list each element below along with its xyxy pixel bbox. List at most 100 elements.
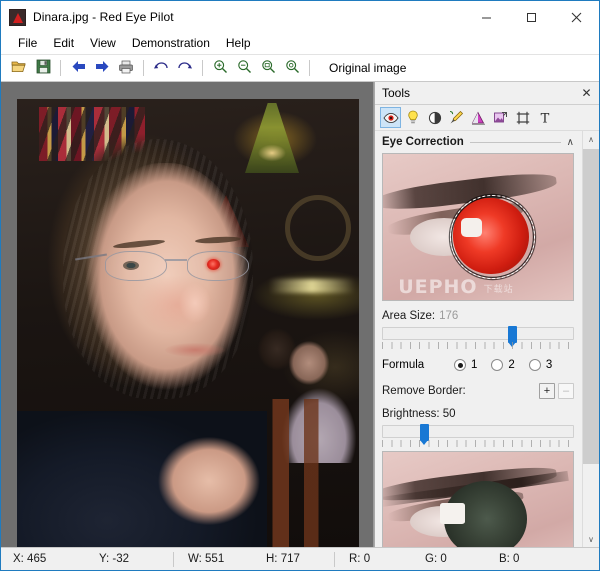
radio-icon-3[interactable] [528, 359, 541, 371]
wooden-chair [267, 399, 359, 547]
redo-button[interactable] [173, 57, 197, 79]
subject-hands [153, 429, 273, 539]
title-bar: Dinara.jpg - Red Eye Pilot [1, 1, 599, 33]
tool-icon-strip: T [375, 105, 599, 131]
status-x: X: 465 [13, 553, 47, 565]
radio-icon-1[interactable] [454, 359, 466, 371]
decor-wheel [285, 195, 351, 261]
eye-preview-before[interactable]: UEPHO 下载站 [382, 153, 574, 301]
area-size-slider[interactable] [382, 326, 574, 349]
zoom-out-button[interactable] [232, 57, 256, 79]
eye-correction-title: Eye Correction [382, 136, 464, 148]
red-eye-app-icon [9, 8, 26, 26]
zoom-fit-button[interactable] [256, 57, 280, 79]
open-folder-icon [11, 59, 27, 77]
arrow-right-icon [95, 60, 110, 76]
resize-image-tool-icon[interactable] [490, 107, 511, 128]
back-button[interactable] [66, 57, 90, 79]
minimize-button[interactable] [464, 1, 509, 33]
brightness-track[interactable] [382, 424, 574, 445]
area-size-value: 176 [439, 310, 459, 322]
toolbar: Original image [1, 54, 599, 82]
status-green: G: 0 [425, 553, 447, 565]
section-divider [469, 141, 561, 143]
open-button[interactable] [7, 57, 31, 79]
decor-light-strip [269, 279, 355, 293]
scroll-down-icon[interactable]: ∨ [583, 531, 599, 547]
menu-edit[interactable]: Edit [45, 34, 82, 53]
undo-icon [153, 60, 169, 76]
status-separator [334, 551, 335, 567]
formula-option-1[interactable]: 1 [454, 359, 477, 371]
print-button[interactable] [114, 57, 138, 79]
contrast-tool-icon[interactable] [424, 107, 445, 128]
eye-preview-after[interactable] [382, 451, 574, 547]
workspace: Tools ✕ T Eye Correction ∧ UEPHO 下载站 Are… [1, 82, 599, 547]
formula-option-3[interactable]: 3 [528, 359, 552, 371]
remove-border-label: Remove Border: [382, 385, 466, 397]
scrollbar-thumb[interactable] [583, 149, 599, 464]
undo-button[interactable] [149, 57, 173, 79]
application-window: Dinara.jpg - Red Eye Pilot File Edit Vie… [0, 0, 600, 571]
text-tool-icon[interactable]: T [534, 107, 555, 128]
tools-panel-scrollbar[interactable]: ∧ ∨ [582, 131, 599, 547]
scrollbar-trough[interactable] [583, 147, 599, 531]
scroll-up-icon[interactable]: ∧ [583, 131, 599, 147]
preview-pixels-after [383, 452, 573, 547]
original-image-button[interactable]: Original image [321, 58, 414, 78]
menu-demonstration[interactable]: Demonstration [124, 34, 218, 53]
toolbar-separator [309, 60, 310, 76]
area-size-ticks [382, 342, 574, 349]
menu-help[interactable]: Help [218, 34, 259, 53]
brightness-ticks [382, 440, 574, 447]
watermark-text: UEPHO 下载站 [398, 272, 573, 298]
status-blue: B: 0 [499, 553, 520, 565]
red-eye-tool-icon[interactable] [380, 107, 401, 128]
zoom-out-icon [237, 59, 252, 77]
radio-icon-2[interactable] [491, 359, 504, 371]
toolbar-separator [202, 60, 203, 76]
retouch-brush-tool-icon[interactable] [446, 107, 467, 128]
photo-dinara-jpg[interactable] [17, 99, 359, 547]
formula-row: Formula 1 2 3 [382, 359, 574, 371]
formula-label-2: 2 [508, 359, 515, 371]
image-canvas[interactable] [1, 82, 374, 547]
menu-view[interactable]: View [82, 34, 124, 53]
formula-option-2[interactable]: 2 [491, 359, 515, 371]
maximize-button[interactable] [509, 1, 554, 33]
area-size-thumb[interactable] [507, 326, 517, 347]
tools-panel-header: Tools ✕ [375, 82, 599, 105]
subject-mouth [165, 343, 225, 357]
brightness-thumb[interactable] [420, 424, 430, 445]
remove-border-minus-button[interactable]: – [558, 383, 574, 399]
menu-file[interactable]: File [10, 34, 45, 53]
menu-bar: File Edit View Demonstration Help [1, 33, 599, 54]
watermark-sub: 下载站 [483, 285, 514, 295]
crop-tool-icon[interactable] [512, 107, 533, 128]
zoom-in-icon [213, 59, 228, 77]
brightness-row: Brightness: 50 [382, 408, 574, 420]
area-size-track[interactable] [382, 326, 574, 347]
brightness-label: Brightness: 50 [382, 408, 456, 420]
selection-marching-ants[interactable] [449, 194, 536, 279]
eye-correction-section-header[interactable]: Eye Correction ∧ [382, 136, 574, 148]
forward-button[interactable] [90, 57, 114, 79]
close-button[interactable] [554, 1, 599, 33]
formula-label-1: 1 [471, 359, 478, 371]
area-size-label: Area Size: [382, 310, 436, 322]
zoom-fit-icon [261, 59, 276, 77]
brightness-bulb-tool-icon[interactable] [402, 107, 423, 128]
subject-nose [177, 277, 219, 329]
tools-panel-close-icon[interactable]: ✕ [578, 84, 595, 101]
chevron-up-icon[interactable]: ∧ [567, 137, 574, 148]
color-balance-tool-icon[interactable] [468, 107, 489, 128]
remove-border-plus-button[interactable]: + [539, 383, 555, 399]
zoom-actual-button[interactable] [280, 57, 304, 79]
save-button[interactable] [31, 57, 55, 79]
tools-panel-body: Eye Correction ∧ UEPHO 下载站 Area Size: 17… [375, 131, 599, 547]
remove-border-row: Remove Border: + – [382, 383, 574, 399]
window-controls [464, 1, 599, 33]
brightness-slider[interactable] [382, 424, 574, 447]
zoom-in-button[interactable] [208, 57, 232, 79]
tools-panel-title: Tools [382, 86, 411, 100]
